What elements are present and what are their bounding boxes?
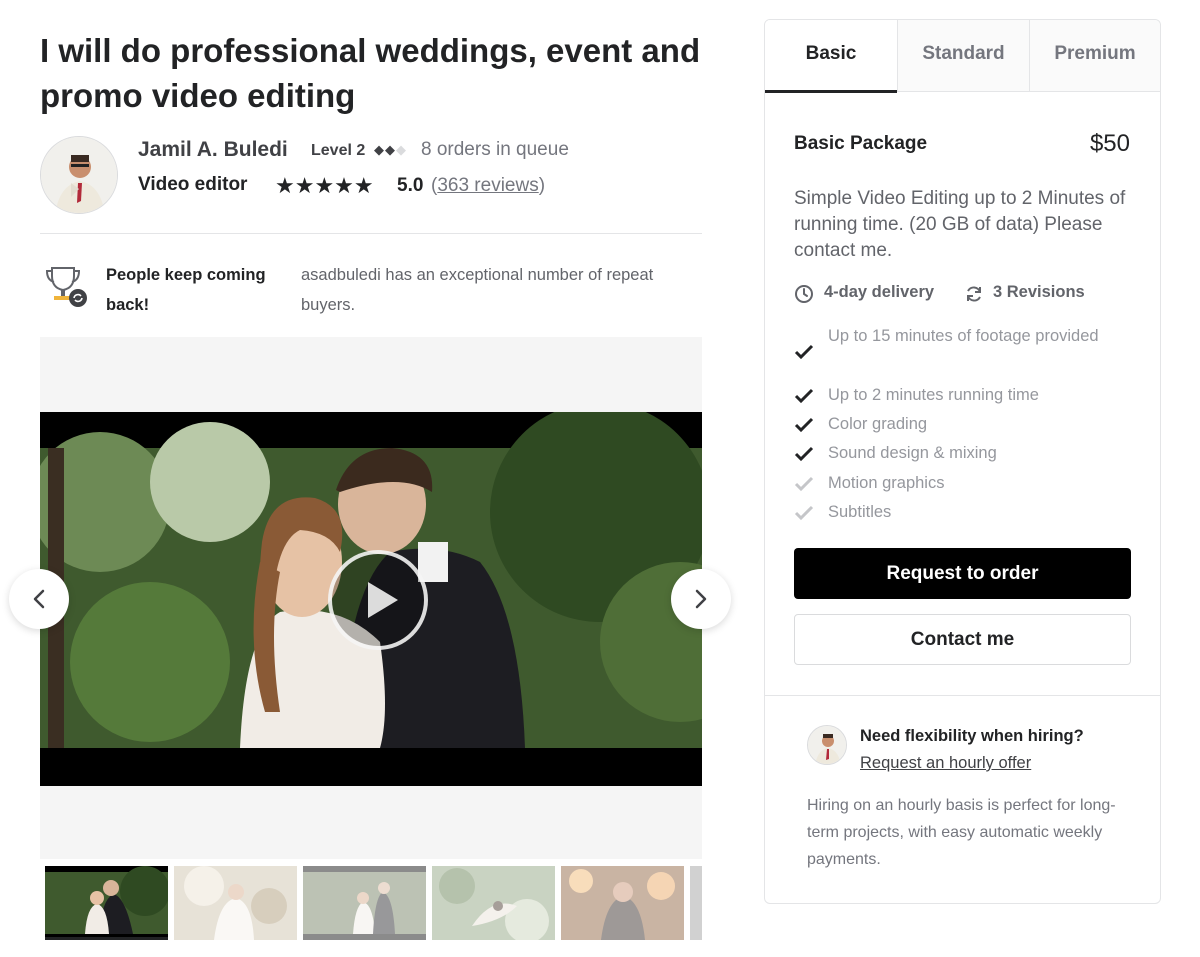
seller-name[interactable]: Jamil A. Buledi xyxy=(138,138,288,162)
seller-highlight: People keep coming back! asadbuledi has … xyxy=(40,258,704,318)
gallery-next-button[interactable] xyxy=(671,569,731,629)
feature-label: Subtitles xyxy=(828,503,892,521)
refresh-icon xyxy=(967,286,981,302)
orders-in-queue: 8 orders in queue xyxy=(421,139,569,160)
thumbnail-2[interactable] xyxy=(174,866,297,940)
thumbnail-6[interactable] xyxy=(690,866,702,940)
clock-icon xyxy=(795,285,813,303)
seller-level: Level 2 xyxy=(311,142,366,159)
seller-avatar[interactable] xyxy=(40,136,118,214)
rating-score: 5.0 xyxy=(397,175,424,196)
tab-premium[interactable]: Premium xyxy=(1029,20,1160,92)
request-to-order-button[interactable]: Request to order xyxy=(794,548,1131,599)
feature-label: Color grading xyxy=(828,415,928,433)
seller-role: Video editor xyxy=(138,174,248,195)
tab-basic[interactable]: Basic xyxy=(765,20,897,93)
flexibility-description: Hiring on an hourly basis is perfect for… xyxy=(807,797,1116,868)
gallery-thumbnails xyxy=(45,866,702,940)
package-price: $50 xyxy=(1089,130,1130,157)
divider xyxy=(765,695,1160,696)
gig-video[interactable] xyxy=(40,412,702,786)
check-icon xyxy=(794,417,814,433)
thumbnail-3[interactable] xyxy=(303,866,426,940)
divider xyxy=(40,233,702,234)
package-panel: Basic Standard Premium Basic Package $50… xyxy=(764,19,1161,904)
gallery-prev-button[interactable] xyxy=(9,569,69,629)
contact-me-button[interactable]: Contact me xyxy=(794,614,1131,665)
trophy-icon xyxy=(45,267,87,307)
reviews-paren-close: ) xyxy=(538,175,546,196)
thumbnail-5[interactable] xyxy=(561,866,684,940)
play-icon[interactable] xyxy=(328,550,428,650)
gig-gallery xyxy=(40,337,702,859)
thumbnail-4[interactable] xyxy=(432,866,555,940)
feature-label: Up to 15 minutes of footage provided xyxy=(828,327,1099,345)
check-icon xyxy=(794,344,814,360)
feature-label: Sound design & mixing xyxy=(828,444,997,462)
package-description: Simple Video Editing up to 2 Minutes of … xyxy=(794,188,1126,261)
hourly-offer-link[interactable]: Request an hourly offer xyxy=(860,754,1031,773)
package-name: Basic Package xyxy=(794,133,928,154)
chevron-right-icon xyxy=(695,589,707,609)
package-tabs: Basic Standard Premium xyxy=(765,20,1160,93)
thumbnail-1[interactable] xyxy=(45,866,168,940)
feature-item: Up to 15 minutes of footage provided xyxy=(794,322,1139,380)
revisions-count: 3 Revisions xyxy=(993,283,1085,301)
check-icon xyxy=(794,446,814,462)
feature-label: Up to 2 minutes running time xyxy=(828,386,1039,404)
highlight-title: People keep coming back! xyxy=(106,266,266,314)
reviews-link[interactable]: 363 reviews xyxy=(437,175,538,196)
level-diamonds-icon: ◆◆◆ xyxy=(374,142,407,157)
seller-overview: Jamil A. Buledi Level 2 ◆◆◆ 8 orders in … xyxy=(40,136,704,216)
check-disabled-icon xyxy=(794,476,814,492)
rating-stars-icon: ★★★★★ xyxy=(275,173,374,198)
highlight-text: asadbuledi has an exceptional number of … xyxy=(301,266,654,314)
delivery-time: 4-day delivery xyxy=(824,283,935,301)
reviews-count: (363 reviews) xyxy=(431,175,545,197)
gig-title: I will do professional weddings, event a… xyxy=(40,32,701,114)
flexibility-title: Need flexibility when hiring? xyxy=(860,727,1084,745)
seller-avatar-small xyxy=(807,725,847,765)
check-disabled-icon xyxy=(794,505,814,521)
chevron-left-icon xyxy=(33,589,45,609)
tab-standard[interactable]: Standard xyxy=(897,20,1029,92)
feature-label: Motion graphics xyxy=(828,474,945,492)
check-icon xyxy=(794,388,814,404)
